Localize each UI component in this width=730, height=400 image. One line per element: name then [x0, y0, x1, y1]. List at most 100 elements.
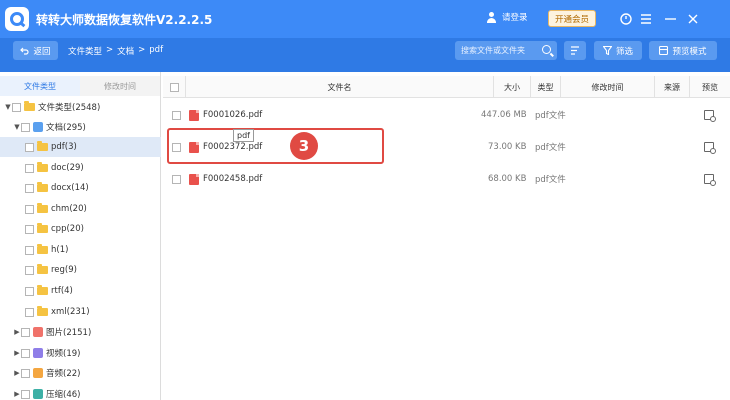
table-row[interactable]: F0001026.pdf 447.06 MB pdf文件 — [163, 99, 730, 131]
table-row[interactable]: F0002458.pdf 68.00 KB pdf文件 — [163, 163, 730, 195]
file-type: pdf文件 — [535, 175, 566, 185]
tree-item-pdf[interactable]: pdf(3) — [0, 137, 161, 157]
folder-icon — [37, 264, 48, 274]
tree-item-videos[interactable]: ▶ 视频(19) — [0, 343, 161, 363]
image-icon — [33, 327, 43, 337]
tree-item-docx[interactable]: docx(14) — [0, 178, 161, 198]
tree-item-label: rtf(4) — [51, 286, 73, 296]
select-all-cell — [163, 76, 185, 98]
checkbox[interactable] — [12, 102, 21, 112]
tree-item-xml[interactable]: xml(231) — [0, 302, 161, 322]
highlight-box — [167, 128, 384, 164]
checkbox[interactable] — [21, 327, 30, 337]
breadcrumb-separator: > — [106, 45, 114, 55]
file-table: 文件名 大小 类型 修改时间 来源 预览 F0001026.pdf 447.06… — [163, 72, 730, 400]
tree-item-label: 音频(22) — [46, 369, 81, 379]
preview-mode-label: 预览模式 — [672, 46, 707, 57]
tab-file-type[interactable]: 文件类型 — [0, 76, 80, 96]
filter-label: 筛选 — [615, 46, 633, 57]
sort-icon — [571, 46, 579, 55]
menu-icon[interactable] — [637, 10, 655, 28]
login-button[interactable]: 请登录 — [486, 11, 528, 23]
minimize-icon[interactable] — [661, 10, 679, 28]
tab-modify-time[interactable]: 修改时间 — [80, 76, 160, 96]
tree-item-label: 压缩(46) — [46, 390, 81, 400]
feedback-icon[interactable] — [617, 10, 635, 28]
breadcrumb-file-type[interactable]: 文件类型 — [68, 45, 102, 57]
column-header-size[interactable]: 大小 — [493, 76, 530, 98]
preview-mode-button[interactable]: 预览模式 — [649, 41, 717, 60]
close-icon[interactable] — [684, 10, 702, 28]
column-header-name[interactable]: 文件名 — [185, 76, 493, 98]
chevron-down-icon[interactable]: ▼ — [13, 123, 21, 131]
vip-button[interactable]: 开通会员 — [548, 10, 596, 27]
checkbox[interactable] — [25, 245, 34, 255]
tree-item-label: 文档(295) — [46, 123, 86, 133]
back-button[interactable]: 返回 — [13, 41, 58, 60]
column-header-source[interactable]: 来源 — [654, 76, 689, 98]
column-header-mtime[interactable]: 修改时间 — [560, 76, 654, 98]
audio-icon — [33, 368, 43, 378]
tree-item-label: cpp(20) — [51, 224, 84, 234]
search-input[interactable] — [461, 44, 539, 57]
user-icon — [486, 11, 497, 23]
back-label: 返回 — [33, 46, 51, 57]
folder-icon — [37, 182, 48, 192]
sort-button[interactable] — [564, 41, 586, 60]
file-size: 447.06 MB — [481, 110, 527, 120]
tree-item-doc[interactable]: doc(29) — [0, 158, 161, 178]
checkbox[interactable] — [21, 122, 30, 132]
chevron-right-icon[interactable]: ▶ — [13, 328, 21, 336]
filter-button[interactable]: 筛选 — [594, 41, 642, 60]
tree-item-images[interactable]: ▶ 图片(2151) — [0, 322, 161, 342]
row-checkbox[interactable] — [172, 110, 181, 120]
chevron-down-icon[interactable]: ▼ — [4, 103, 12, 111]
row-checkbox[interactable] — [172, 174, 181, 184]
file-type: pdf文件 — [535, 111, 566, 121]
checkbox[interactable] — [21, 368, 30, 378]
column-header-type[interactable]: 类型 — [530, 76, 560, 98]
tree-item-label: h(1) — [51, 245, 69, 255]
checkbox[interactable] — [25, 204, 34, 214]
tree-item-reg[interactable]: reg(9) — [0, 260, 161, 280]
table-header: 文件名 大小 类型 修改时间 来源 预览 — [163, 76, 730, 98]
checkbox[interactable] — [25, 142, 34, 152]
preview-icon[interactable] — [704, 110, 716, 122]
preview-icon[interactable] — [704, 174, 716, 186]
checkbox[interactable] — [25, 224, 34, 234]
checkbox[interactable] — [21, 348, 30, 358]
folder-icon — [37, 306, 48, 316]
tree-item-documents[interactable]: ▼ 文档(295) — [0, 117, 161, 137]
breadcrumb-pdf: pdf — [149, 45, 164, 55]
checkbox[interactable] — [25, 307, 34, 317]
checkbox[interactable] — [25, 163, 34, 173]
preview-icon[interactable] — [704, 142, 716, 154]
select-all-checkbox[interactable] — [169, 82, 179, 92]
tree-item-cpp[interactable]: cpp(20) — [0, 219, 161, 239]
tree-item-rtf[interactable]: rtf(4) — [0, 281, 161, 301]
tree-item-audio[interactable]: ▶ 音频(22) — [0, 363, 161, 383]
tree-item-h[interactable]: h(1) — [0, 240, 161, 260]
chevron-right-icon[interactable]: ▶ — [13, 349, 21, 357]
tree-item-archives[interactable]: ▶ 压缩(46) — [0, 384, 161, 400]
chevron-right-icon[interactable]: ▶ — [13, 390, 21, 398]
file-type-tooltip: pdf — [233, 129, 254, 142]
folder-icon — [37, 285, 48, 295]
tree-item-all-types[interactable]: ▼ 文件类型(2548) — [0, 97, 161, 117]
checkbox[interactable] — [25, 265, 34, 275]
file-size: 73.00 KB — [488, 142, 527, 152]
folder-icon — [24, 101, 35, 111]
breadcrumb-document[interactable]: 文档 — [117, 45, 134, 57]
archive-icon — [33, 389, 43, 399]
checkbox[interactable] — [25, 183, 34, 193]
search-icon[interactable] — [542, 45, 551, 54]
chevron-right-icon[interactable]: ▶ — [13, 369, 21, 377]
title-bar: 转转大师数据恢复软件V2.2.2.5 请登录 开通会员 — [0, 0, 730, 38]
checkbox[interactable] — [21, 389, 30, 399]
tree-item-label: 图片(2151) — [46, 328, 92, 338]
column-header-preview: 预览 — [689, 76, 730, 98]
back-arrow-icon — [20, 47, 30, 55]
tree-item-chm[interactable]: chm(20) — [0, 199, 161, 219]
breadcrumb-separator: > — [138, 45, 146, 55]
checkbox[interactable] — [25, 286, 34, 296]
